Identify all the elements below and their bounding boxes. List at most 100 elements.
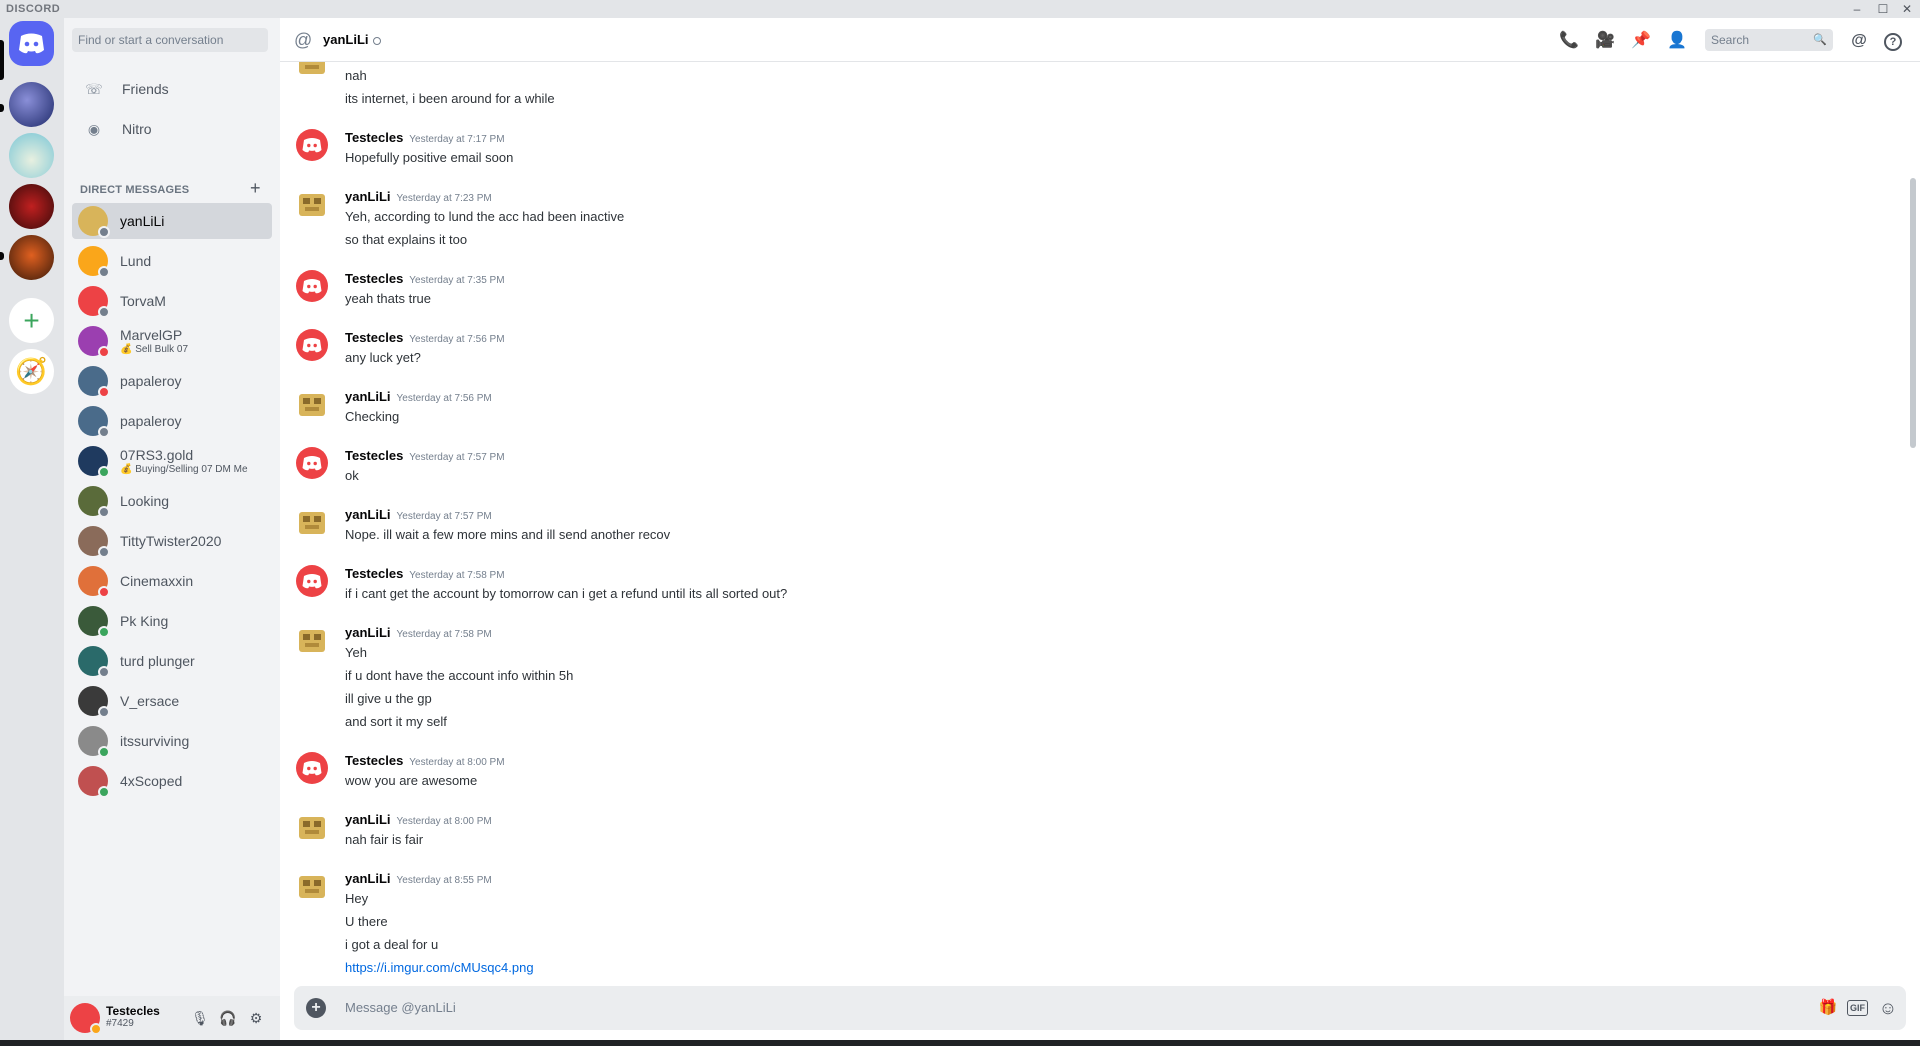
message-text: Hey — [345, 891, 369, 906]
minimize-button[interactable]: – — [1846, 0, 1868, 18]
message-author[interactable]: yanLiLi — [345, 812, 391, 827]
dm-name: Looking — [120, 493, 170, 509]
message-lines: wow you are awesome — [345, 772, 477, 795]
discord-default-avatar-icon[interactable] — [296, 752, 328, 784]
dm-item[interactable]: Looking — [72, 483, 272, 519]
dm-item[interactable]: 4xScoped — [72, 763, 272, 799]
message-author[interactable]: Testecles — [345, 753, 403, 768]
discord-default-avatar-icon[interactable] — [296, 270, 328, 302]
dm-item[interactable]: itssurviving — [72, 723, 272, 759]
add-friend-to-dm-icon[interactable]: 👤 — [1666, 30, 1688, 52]
microphone-icon[interactable]: 🎙 — [188, 1006, 212, 1030]
dm-item[interactable]: TorvaM — [72, 283, 272, 319]
dm-item[interactable]: papaleroy — [72, 363, 272, 399]
dm-text: turd plunger — [120, 653, 195, 669]
message-meta: Testecles Yesterday at 7:17 PM — [345, 129, 505, 147]
gif-button[interactable]: GIF — [1847, 1000, 1868, 1016]
gear-icon[interactable]: ⚙ — [244, 1006, 268, 1030]
dm-item[interactable]: MarvelGP 💰 Sell Bulk 07 — [72, 323, 272, 359]
server-icon-4[interactable] — [9, 235, 54, 280]
status-indicator — [98, 226, 110, 238]
dm-name: TorvaM — [120, 293, 166, 309]
maximize-button[interactable]: ☐ — [1872, 0, 1894, 18]
nav-nitro[interactable]: ◉ Nitro — [72, 111, 272, 147]
dm-item[interactable]: Cinemaxxin — [72, 563, 272, 599]
message-author[interactable]: Testecles — [345, 271, 403, 286]
message-composer: + Message @yanLiLi 🎁 GIF ☺ — [294, 986, 1906, 1030]
voice-call-icon[interactable]: 📞 — [1558, 30, 1580, 52]
mentions-icon[interactable]: @ — [1848, 30, 1870, 52]
nav-friends[interactable]: ☏ Friends — [72, 71, 272, 107]
header-search-input[interactable]: Search 🔍 — [1705, 29, 1833, 51]
message-timestamp: Yesterday at 8:00 PM — [396, 816, 492, 827]
discord-default-avatar-icon[interactable] — [296, 565, 328, 597]
message-timestamp: Yesterday at 7:58 PM — [396, 629, 492, 640]
video-call-icon[interactable]: 🎥 — [1594, 30, 1616, 52]
dm-item[interactable]: turd plunger — [72, 643, 272, 679]
message-author[interactable]: Testecles — [345, 566, 403, 581]
dm-item[interactable]: yanLiLi — [72, 203, 272, 239]
status-indicator — [98, 626, 110, 638]
message-timestamp: Yesterday at 7:23 PM — [396, 193, 492, 204]
discord-default-avatar-icon[interactable] — [296, 329, 328, 361]
gift-icon[interactable]: 🎁 — [1816, 996, 1840, 1020]
message-author[interactable]: Testecles — [345, 448, 403, 463]
message-link[interactable]: https://i.imgur.com/cMUsqc4.png — [345, 960, 534, 975]
discord-default-avatar-icon[interactable] — [296, 447, 328, 479]
user-avatar[interactable] — [296, 624, 328, 656]
server-icon-new-wave[interactable] — [9, 184, 54, 229]
user-avatar[interactable] — [296, 811, 328, 843]
message-text: yeah thats true — [345, 291, 431, 306]
close-button[interactable]: ✕ — [1896, 0, 1918, 18]
message-author[interactable]: yanLiLi — [345, 389, 391, 404]
user-avatar[interactable] — [70, 1003, 102, 1035]
server-icon-1[interactable] — [9, 82, 54, 127]
message-input[interactable]: Message @yanLiLi — [345, 1000, 456, 1015]
message-author[interactable]: Testecles — [345, 330, 403, 345]
status-indicator — [98, 466, 110, 478]
message-author[interactable]: Testecles — [345, 130, 403, 145]
user-avatar[interactable] — [296, 62, 328, 78]
pinned-messages-icon[interactable]: 📌 — [1630, 30, 1652, 52]
user-avatar[interactable] — [296, 388, 328, 420]
status-indicator — [98, 506, 110, 518]
discord-default-avatar-icon[interactable] — [296, 129, 328, 161]
nav-friends-label: Friends — [122, 81, 169, 97]
conversation-search-input[interactable]: Find or start a conversation — [72, 28, 268, 52]
user-avatar[interactable] — [296, 870, 328, 902]
dm-item[interactable]: Lund — [72, 243, 272, 279]
status-indicator — [98, 346, 110, 358]
emoji-icon[interactable]: ☺ — [1876, 996, 1900, 1020]
user-avatar[interactable] — [296, 188, 328, 220]
at-icon: @ — [294, 30, 313, 50]
home-button[interactable] — [9, 21, 54, 66]
message-author[interactable]: yanLiLi — [345, 507, 391, 522]
user-avatar[interactable] — [296, 506, 328, 538]
server-icon-2[interactable] — [9, 133, 54, 178]
message-author[interactable]: yanLiLi — [345, 871, 391, 886]
add-server-button[interactable]: + — [9, 298, 54, 343]
avatar — [78, 326, 110, 358]
headphones-icon[interactable]: 🎧 — [216, 1006, 240, 1030]
status-indicator — [98, 266, 110, 278]
message-timestamp: Yesterday at 8:55 PM — [396, 875, 492, 886]
avatar — [78, 486, 110, 518]
user-status-indicator — [90, 1023, 102, 1035]
message-author[interactable]: yanLiLi — [345, 189, 391, 204]
header-search-placeholder: Search — [1711, 33, 1750, 47]
dm-item[interactable]: 07RS3.gold 💰 Buying/Selling 07 DM Me — [72, 443, 272, 479]
message-lines: Nope. ill wait a few more mins and ill s… — [345, 526, 670, 549]
attach-plus-icon[interactable]: + — [306, 998, 326, 1018]
dm-item[interactable]: TittyTwister2020 — [72, 523, 272, 559]
create-dm-button[interactable]: + — [250, 178, 261, 199]
dm-item[interactable]: Pk King — [72, 603, 272, 639]
message-scrollbar[interactable] — [1910, 178, 1916, 448]
message-author[interactable]: yanLiLi — [345, 625, 391, 640]
message-timestamp: Yesterday at 7:56 PM — [396, 393, 492, 404]
dm-item[interactable]: papaleroy — [72, 403, 272, 439]
dm-text: itssurviving — [120, 733, 189, 749]
message-text: Yeh, according to lund the acc had been … — [345, 209, 625, 224]
dm-item[interactable]: V_ersace — [72, 683, 272, 719]
help-icon[interactable]: ? — [1884, 33, 1902, 51]
explore-servers-button[interactable]: 🧭 — [9, 349, 54, 394]
